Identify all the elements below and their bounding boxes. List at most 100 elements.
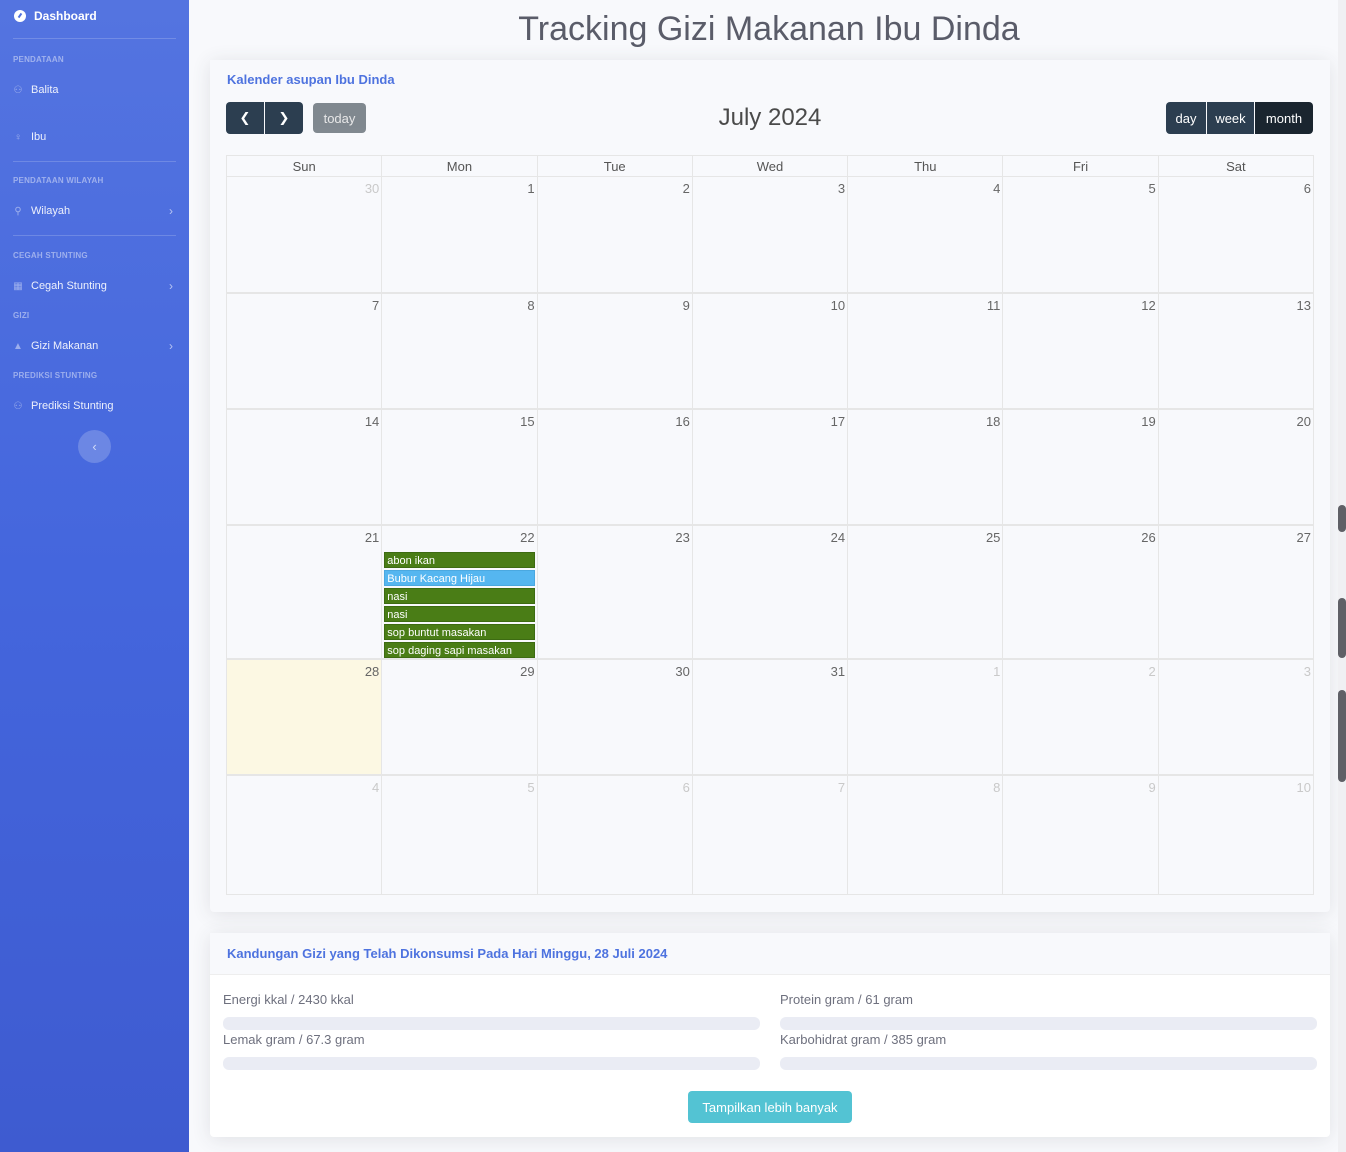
calendar-day-cell[interactable]: 23 [537, 525, 693, 658]
table-icon: ▦ [13, 280, 23, 292]
calendar-card-title: Kalender asupan Ibu Dinda [210, 60, 1330, 98]
calendar-day-cell[interactable]: 3 [692, 176, 849, 292]
chevron-right-icon: › [169, 279, 173, 293]
calendar-day-cell[interactable]: 15 [382, 409, 538, 524]
calendar-event[interactable]: sop daging sapi masakan [384, 642, 535, 658]
day-number: 3 [837, 181, 846, 196]
calendar-day-cell[interactable]: 7 [692, 775, 849, 894]
sidebar-item-ibu[interactable]: ♀ Ibu [0, 125, 189, 149]
calendar-day-cell-today[interactable]: 28 [227, 659, 383, 774]
calendar-day-cell[interactable]: 31 [692, 659, 849, 774]
scrollbar-thumb[interactable] [1338, 690, 1346, 782]
weekday-header: Mon [382, 156, 538, 176]
calendar-day-cell[interactable]: 8 [848, 775, 1004, 894]
sidebar-divider [13, 235, 176, 236]
calendar-day-cell[interactable]: 27 [1158, 525, 1313, 658]
sidebar-item-gizi-makanan[interactable]: ▲ Gizi Makanan › [0, 334, 189, 358]
calendar-day-cell[interactable]: 5 [382, 775, 538, 894]
calendar-day-cell[interactable]: 6 [537, 775, 693, 894]
show-more-button[interactable]: Tampilkan lebih banyak [688, 1091, 852, 1123]
day-number: 11 [986, 298, 1001, 313]
calendar-day-cell[interactable]: 9 [537, 293, 693, 408]
calendar-day-cell[interactable]: 1 [382, 176, 538, 292]
calendar-event[interactable]: Bubur Kacang Hijau [384, 570, 535, 586]
day-number: 16 [675, 414, 690, 429]
calendar-card: Kalender asupan Ibu Dinda ❮ ❯ today July… [210, 60, 1330, 912]
lemak-progress-bar [223, 1057, 760, 1070]
calendar-day-cell[interactable]: 18 [848, 409, 1004, 524]
calendar-day-cell[interactable]: 13 [1158, 293, 1313, 408]
calendar-day-cell[interactable]: 24 [692, 525, 849, 658]
calendar-day-cell[interactable]: 6 [1158, 176, 1313, 292]
calendar-day-cell[interactable]: 26 [1003, 525, 1159, 658]
calendar-day-cell[interactable]: 16 [537, 409, 693, 524]
calendar-day-cell[interactable]: 11 [848, 293, 1004, 408]
calendar-day-cell[interactable]: 21 [227, 525, 383, 658]
day-number: 6 [682, 780, 690, 795]
view-day-button[interactable]: day [1166, 102, 1206, 134]
calendar-event[interactable]: nasi [384, 588, 535, 604]
calendar-day-cell[interactable]: 2 [537, 176, 693, 292]
scrollbar-thumb[interactable] [1338, 505, 1346, 532]
sidebar-item-cegah-stunting[interactable]: ▦ Cegah Stunting › [0, 274, 189, 298]
sidebar-item-label: Prediksi Stunting [31, 400, 114, 412]
day-number: 15 [520, 414, 535, 429]
day-number: 29 [520, 664, 535, 679]
weekday-header: Sat [1226, 159, 1246, 174]
calendar-day-cell[interactable]: 19 [1003, 409, 1159, 524]
sidebar-toggle-button[interactable]: ‹ [78, 430, 111, 463]
scrollbar-thumb[interactable] [1338, 598, 1346, 658]
sidebar-heading-pendataan-wilayah: PENDATAAN WILAYAH [13, 176, 104, 185]
view-week-button[interactable]: week [1207, 102, 1254, 134]
calendar-day-cell[interactable]: 30 [227, 176, 383, 292]
weekday-header: Tue [538, 156, 693, 176]
calendar-day-cell[interactable]: 17 [692, 409, 849, 524]
day-number: 31 [830, 664, 846, 679]
day-number: 20 [1296, 414, 1311, 429]
calendar-day-cell[interactable]: 8 [382, 293, 538, 408]
calendar-day-cell[interactable]: 3 [1158, 659, 1313, 774]
calendar-day-cell[interactable]: 9 [1003, 775, 1159, 894]
day-number: 7 [837, 780, 846, 795]
calendar-day-cell[interactable]: 14 [227, 409, 383, 524]
female-icon: ♀ [14, 131, 22, 143]
sidebar: Dashboard PENDATAAN ⚇ Balita ♀ Ibu PENDA… [0, 0, 189, 1152]
calendar-event[interactable]: abon ikan [384, 552, 535, 568]
calendar-grid: Sun Mon Tue Wed Thu Fri Sat 30 1 2 3 4 5… [226, 155, 1314, 895]
calendar-day-cell[interactable]: 2 [1003, 659, 1159, 774]
lemak-label: Lemak gram / 67.3 gram [223, 1032, 365, 1047]
calendar-event[interactable]: sop buntut masakan [384, 624, 535, 640]
sidebar-item-prediksi-stunting[interactable]: ⚇ Prediksi Stunting [0, 394, 189, 418]
calendar-day-cell[interactable]: 1 [848, 659, 1004, 774]
chevron-right-icon: › [169, 339, 173, 353]
calendar-day-cell[interactable]: 29 [382, 659, 538, 774]
calendar-day-cell[interactable]: 22 abon ikan Bubur Kacang Hijau nasi nas… [382, 525, 538, 658]
calendar-day-cell[interactable]: 7 [227, 293, 383, 408]
sidebar-item-wilayah[interactable]: ⚲ Wilayah › [0, 199, 189, 223]
day-number: 7 [372, 298, 380, 313]
calendar-day-cell[interactable]: 10 [1158, 775, 1313, 894]
nutrition-card: Kandungan Gizi yang Telah Dikonsumsi Pad… [210, 933, 1330, 1137]
calendar-day-cell[interactable]: 4 [227, 775, 383, 894]
page-scrollbar[interactable] [1338, 0, 1346, 1152]
day-number: 12 [1141, 298, 1156, 313]
day-number: 17 [830, 414, 846, 429]
calendar-day-cell[interactable]: 4 [848, 176, 1004, 292]
sidebar-item-balita[interactable]: ⚇ Balita [0, 78, 189, 102]
calendar-day-cell[interactable]: 25 [848, 525, 1004, 658]
karbohidrat-progress-bar [780, 1057, 1317, 1070]
calendar-day-cell[interactable]: 30 [537, 659, 693, 774]
calendar-day-cell[interactable]: 10 [692, 293, 849, 408]
sidebar-brand[interactable]: Dashboard [0, 0, 189, 32]
calendar-day-cell[interactable]: 5 [1003, 176, 1159, 292]
calendar-event[interactable]: nasi [384, 606, 535, 622]
calendar-day-cell[interactable]: 12 [1003, 293, 1159, 408]
calendar-day-cell[interactable]: 20 [1158, 409, 1313, 524]
day-number: 5 [527, 780, 535, 795]
weekday-header: Sun [227, 156, 383, 176]
sidebar-divider [13, 161, 176, 162]
day-number: 9 [1148, 780, 1156, 795]
day-number: 10 [1296, 780, 1311, 795]
view-month-button[interactable]: month [1255, 102, 1313, 134]
sidebar-divider [13, 38, 176, 39]
